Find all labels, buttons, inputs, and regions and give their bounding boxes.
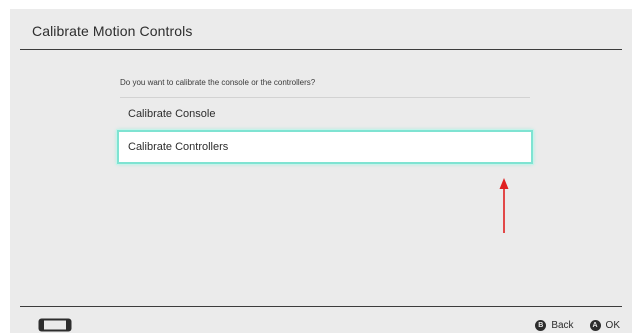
ok-label: OK [605,319,620,331]
header-divider [20,49,622,50]
annotation-arrow-icon [499,178,509,233]
calibrate-console-option[interactable]: Calibrate Console [120,99,530,129]
footer-actions: B Back A OK [519,318,620,332]
settings-panel: Calibrate Motion Controls Do you want to… [10,9,632,333]
console-handheld-icon [38,318,72,332]
prompt-divider [120,97,530,98]
a-button-icon: A [589,319,601,331]
prompt-text: Do you want to calibrate the console or … [120,78,316,87]
header: Calibrate Motion Controls [10,9,632,49]
back-label: Back [551,319,574,331]
footer-divider [20,306,622,307]
back-button[interactable]: B Back [535,319,574,331]
ok-button[interactable]: A OK [589,319,620,331]
option-label: Calibrate Console [128,108,216,120]
calibrate-controllers-option[interactable]: Calibrate Controllers [117,130,533,164]
option-label: Calibrate Controllers [128,141,229,153]
page-title: Calibrate Motion Controls [32,23,193,39]
screen: Calibrate Motion Controls Do you want to… [0,0,642,336]
b-button-icon: B [535,319,547,331]
